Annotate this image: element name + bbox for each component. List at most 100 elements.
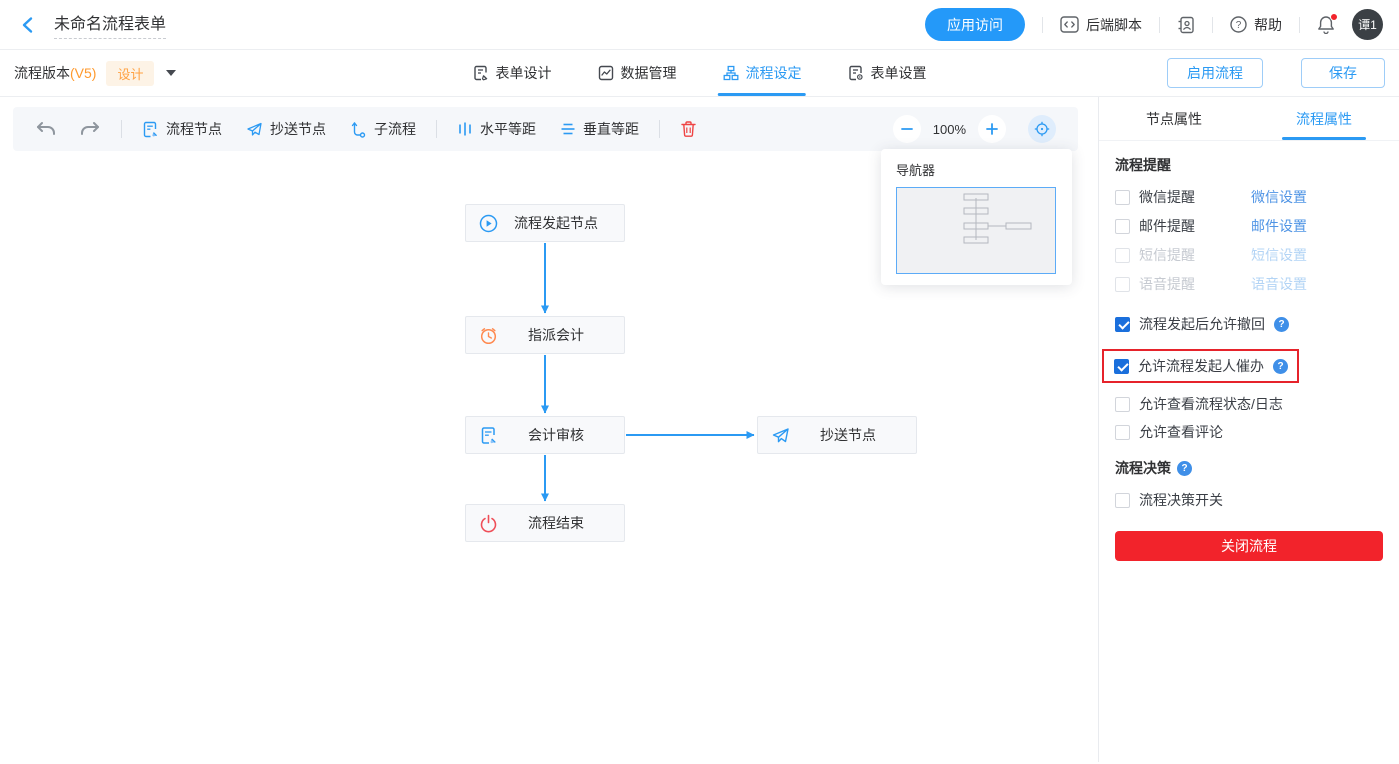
version-bar: 流程版本 (V5) 设计 表单设计 数据管理 流程设定 表单设置 (0, 50, 1399, 97)
tab-form-settings[interactable]: 表单设置 (848, 50, 927, 96)
app-access-button[interactable]: 应用访问 (925, 8, 1025, 41)
decision-title-text: 流程决策 (1115, 458, 1171, 478)
reminder-row-voice: 语音提醒 语音设置 (1115, 270, 1383, 298)
reminder-label: 语音提醒 (1139, 274, 1251, 294)
document-edit-icon (479, 426, 498, 445)
tab-label: 数据管理 (621, 63, 677, 83)
add-cc-node-button[interactable]: 抄送节点 (246, 119, 326, 139)
email-reminder-checkbox[interactable] (1115, 219, 1130, 234)
subflow-icon (350, 121, 367, 138)
power-icon (479, 514, 498, 533)
tab-data-management[interactable]: 数据管理 (598, 50, 677, 96)
node-label: 指派会计 (498, 325, 614, 345)
allow-urge-checkbox[interactable] (1114, 359, 1129, 374)
option-label: 允许查看流程状态/日志 (1139, 394, 1283, 414)
enable-flow-button[interactable]: 启用流程 (1167, 58, 1263, 88)
paper-plane-icon (771, 426, 790, 445)
top-header: 未命名流程表单 应用访问 后端脚本 ? 帮助 谭1 (0, 0, 1399, 50)
tab-flow-properties[interactable]: 流程属性 (1249, 97, 1399, 140)
divider (121, 120, 122, 138)
help-button[interactable]: ? 帮助 (1230, 15, 1282, 35)
sidebar-tabs: 节点属性 流程属性 (1099, 97, 1399, 141)
voice-settings-link: 语音设置 (1251, 274, 1307, 294)
zoom-level: 100% (933, 122, 966, 137)
node-label: 流程结束 (498, 513, 614, 533)
backend-script-button[interactable]: 后端脚本 (1060, 15, 1142, 35)
wechat-settings-link[interactable]: 微信设置 (1251, 187, 1307, 207)
design-status-tag[interactable]: 设计 (106, 61, 154, 86)
option-decision-switch: 流程决策开关 (1115, 486, 1383, 514)
node-cc[interactable]: 抄送节点 (757, 416, 917, 454)
close-flow-button[interactable]: 关闭流程 (1115, 531, 1383, 561)
vertical-spacing-button[interactable]: 垂直等距 (560, 119, 639, 139)
navigator-title: 导航器 (896, 160, 1057, 179)
option-label: 允许查看评论 (1139, 422, 1223, 442)
flow-canvas[interactable]: 流程节点 抄送节点 子流程 水平等距 (0, 97, 1099, 762)
add-subflow-button[interactable]: 子流程 (350, 119, 416, 139)
email-settings-link[interactable]: 邮件设置 (1251, 216, 1307, 236)
avatar[interactable]: 谭1 (1352, 9, 1383, 40)
reminder-row-email: 邮件提醒 邮件设置 (1115, 212, 1383, 240)
view-comments-checkbox[interactable] (1115, 425, 1130, 440)
option-allow-urge: 允许流程发起人催办 ? (1114, 355, 1288, 377)
flow-version-label: 流程版本 (14, 63, 70, 83)
tab-form-design[interactable]: 表单设计 (473, 50, 552, 96)
zoom-out-button[interactable] (893, 115, 921, 143)
zoom-in-button[interactable] (978, 115, 1006, 143)
divider (1212, 17, 1213, 33)
play-circle-icon (479, 214, 498, 233)
help-icon[interactable]: ? (1177, 461, 1192, 476)
locate-crosshair-icon[interactable] (1028, 115, 1056, 143)
vertical-spacing-icon (560, 121, 576, 137)
horizontal-spacing-button[interactable]: 水平等距 (457, 119, 536, 139)
tab-node-properties[interactable]: 节点属性 (1099, 97, 1249, 140)
form-design-icon (473, 65, 489, 81)
subflow-label: 子流程 (374, 119, 416, 139)
help-icon[interactable]: ? (1274, 317, 1289, 332)
delete-trash-icon[interactable] (680, 120, 697, 138)
data-chart-icon (598, 65, 614, 81)
back-icon[interactable] (16, 13, 40, 37)
wechat-reminder-checkbox[interactable] (1115, 190, 1130, 205)
flow-icon (723, 65, 739, 81)
redo-icon[interactable] (79, 120, 101, 138)
divider (1042, 17, 1043, 33)
flow-decision-section-title: 流程决策 ? (1115, 458, 1383, 478)
save-button[interactable]: 保存 (1301, 58, 1385, 88)
cc-node-label: 抄送节点 (270, 119, 326, 139)
option-view-comments: 允许查看评论 (1115, 418, 1383, 446)
divider (1299, 17, 1300, 33)
divider (659, 120, 660, 138)
node-flow-start[interactable]: 流程发起节点 (465, 204, 625, 242)
tab-label: 流程设定 (746, 63, 802, 83)
address-book-icon[interactable] (1177, 16, 1195, 34)
node-accountant-review[interactable]: 会计审核 (465, 416, 625, 454)
add-flow-node-button[interactable]: 流程节点 (142, 119, 222, 139)
page-title[interactable]: 未命名流程表单 (54, 10, 166, 39)
properties-sidebar: 节点属性 流程属性 流程提醒 微信提醒 微信设置 邮件提醒 邮件设置 短信提醒 … (1099, 97, 1399, 762)
svg-text:?: ? (1236, 20, 1242, 31)
help-label: 帮助 (1254, 15, 1282, 35)
main-tabs: 表单设计 数据管理 流程设定 表单设置 (473, 50, 927, 96)
help-icon[interactable]: ? (1273, 359, 1288, 374)
node-assign-accountant[interactable]: 指派会计 (465, 316, 625, 354)
tab-flow-settings[interactable]: 流程设定 (723, 50, 802, 96)
divider (436, 120, 437, 138)
navigator-minimap[interactable] (896, 187, 1056, 274)
document-edit-icon (142, 121, 159, 138)
view-status-log-checkbox[interactable] (1115, 397, 1130, 412)
h-space-label: 水平等距 (480, 119, 536, 139)
reminder-label: 邮件提醒 (1139, 216, 1251, 236)
divider (1159, 17, 1160, 33)
decision-switch-checkbox[interactable] (1115, 493, 1130, 508)
notification-bell-icon[interactable] (1317, 15, 1335, 34)
flow-toolbar: 流程节点 抄送节点 子流程 水平等距 (13, 107, 1078, 151)
form-settings-icon (848, 65, 864, 81)
version-dropdown-caret-icon[interactable] (166, 70, 176, 76)
undo-icon[interactable] (35, 120, 57, 138)
reminder-row-sms: 短信提醒 短信设置 (1115, 241, 1383, 269)
sms-settings-link: 短信设置 (1251, 245, 1307, 265)
node-flow-end[interactable]: 流程结束 (465, 504, 625, 542)
alarm-clock-icon (479, 326, 498, 345)
allow-withdraw-checkbox[interactable] (1115, 317, 1130, 332)
